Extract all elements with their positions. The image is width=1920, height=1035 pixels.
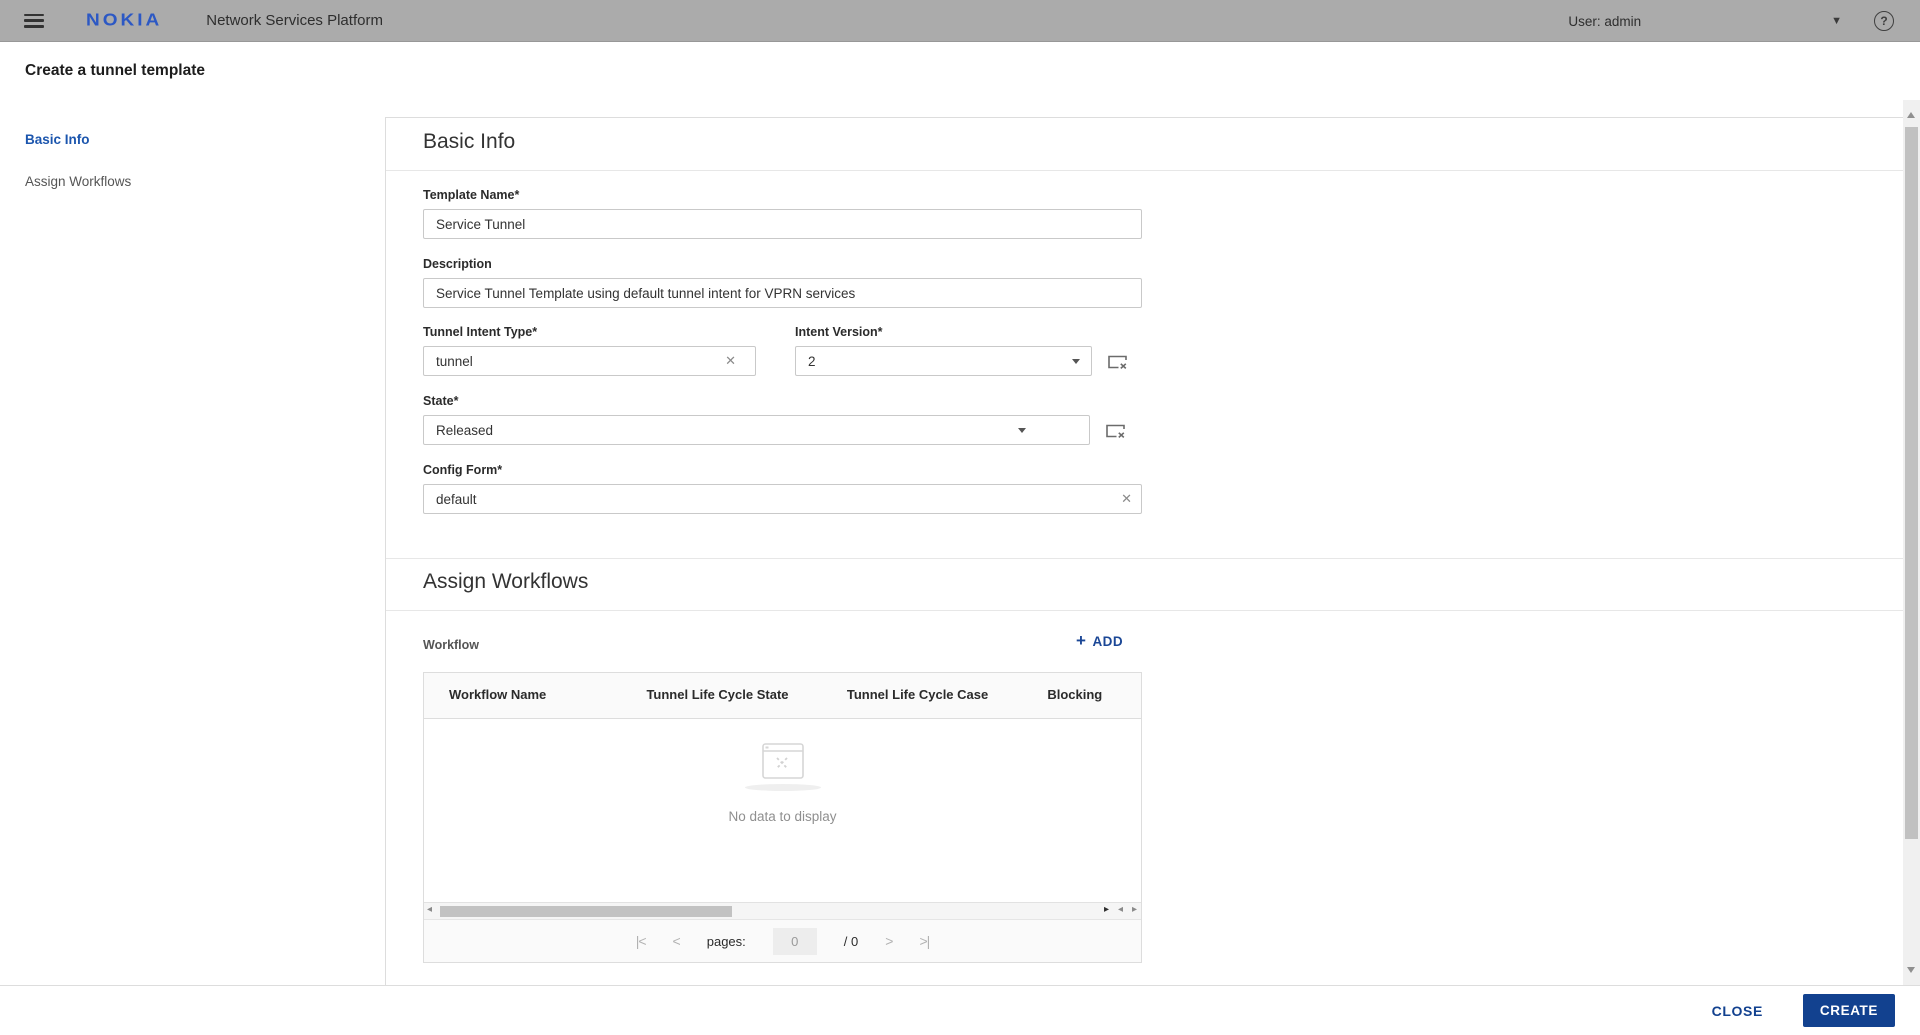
config-form-group: Config Form* ✕ [423,463,1142,514]
divider [386,170,1903,171]
description-input[interactable] [423,278,1142,308]
next-page-button[interactable]: > [885,933,893,949]
scrollbar-thumb[interactable] [1905,127,1918,839]
page-header: Create a tunnel template [0,42,1920,100]
scroll-right-icon[interactable]: ▸ [1132,904,1137,915]
tunnel-intent-type-label: Tunnel Intent Type* [423,325,538,339]
create-button[interactable]: CREATE [1802,994,1895,1027]
page-total: / 0 [843,933,859,949]
description-label: Description [423,257,492,271]
user-menu-label[interactable]: User: admin [1568,14,1641,29]
screen: NOKIA Network Services Platform User: ad… [0,0,1920,1035]
workflow-table-body: No data to display [424,719,1141,902]
chevron-down-icon[interactable] [1018,428,1026,433]
sidebar-item-basic-info[interactable]: Basic Info [25,132,90,147]
hamburger-menu-icon[interactable] [24,13,44,28]
empty-state-text: No data to display [728,809,837,824]
template-name-group: Template Name* [423,188,1142,239]
app-title: Network Services Platform [206,12,383,29]
page-number-input[interactable] [772,927,817,955]
col-workflow-name: Workflow Name [449,687,547,703]
intent-version-select[interactable] [795,346,1092,376]
scroll-left-icon[interactable]: ◂ [427,904,432,915]
page-title: Create a tunnel template [25,62,206,79]
topbar: NOKIA Network Services Platform User: ad… [0,0,1920,42]
plus-icon: + [1076,631,1087,650]
scroll-down-icon[interactable] [1907,967,1915,973]
assign-workflows-heading: Assign Workflows [423,570,589,593]
clear-icon[interactable]: ✕ [725,353,736,369]
state-select[interactable] [423,415,1090,445]
scroll-up-icon[interactable] [1907,112,1915,118]
col-tunnel-life-cycle-state: Tunnel Life Cycle State [646,687,789,703]
form-panel: Basic Info Template Name* Description Tu… [385,117,1903,985]
scroll-right-icon[interactable]: ▸ [1104,904,1109,915]
last-page-button[interactable]: >| [919,933,930,949]
clear-selection-icon[interactable] [1107,353,1129,376]
col-tunnel-life-cycle-case: Tunnel Life Cycle Case [846,687,989,703]
scroll-left-icon[interactable]: ◂ [1118,904,1123,915]
horizontal-scrollbar[interactable]: ◂ ▸ ◂ ▸ [424,902,1141,919]
divider [386,558,1903,559]
close-button[interactable]: CLOSE [1712,1003,1763,1019]
workflow-table: Workflow Name Tunnel Life Cycle State Tu… [423,672,1142,963]
template-name-input[interactable] [423,209,1142,239]
template-name-label: Template Name* [423,188,520,202]
state-group: State* [423,394,1125,445]
footer-action-bar: CLOSE CREATE [0,985,1920,1035]
sidebar-item-assign-workflows[interactable]: Assign Workflows [25,174,131,189]
nokia-logo: NOKIA [86,10,163,30]
user-menu-caret-icon[interactable]: ▼ [1831,15,1842,27]
tunnel-intent-type-group: Tunnel Intent Type* ✕ [423,325,756,376]
workflow-table-header: Workflow Name Tunnel Life Cycle State Tu… [424,673,1141,719]
clear-icon[interactable]: ✕ [1121,491,1132,507]
scrollbar-thumb[interactable] [440,906,732,917]
config-form-label: Config Form* [423,463,503,477]
basic-info-heading: Basic Info [423,130,516,153]
empty-state-shadow [744,784,821,791]
pagination-bar: |< < pages: / 0 > >| [424,919,1141,962]
tunnel-intent-type-input[interactable] [423,346,756,376]
divider [386,610,1903,611]
prev-page-button[interactable]: < [673,933,681,949]
col-blocking: Blocking [1047,687,1103,703]
state-label: State* [423,394,459,408]
description-group: Description [423,257,1142,308]
add-workflow-button[interactable]: + ADD [1076,631,1123,651]
chevron-down-icon[interactable] [1072,359,1080,364]
clear-selection-icon[interactable] [1105,422,1127,445]
pages-label: pages: [706,933,746,949]
intent-version-label: Intent Version* [795,325,883,339]
config-form-input[interactable] [423,484,1142,514]
vertical-scrollbar[interactable] [1903,100,1920,985]
workflow-label: Workflow [423,638,480,652]
help-icon[interactable]: ? [1874,11,1894,31]
intent-version-group: Intent Version* [795,325,1127,376]
empty-state-icon [761,743,804,779]
first-page-button[interactable]: |< [636,933,647,949]
sidebar: Basic Info Assign Workflows [0,100,385,985]
